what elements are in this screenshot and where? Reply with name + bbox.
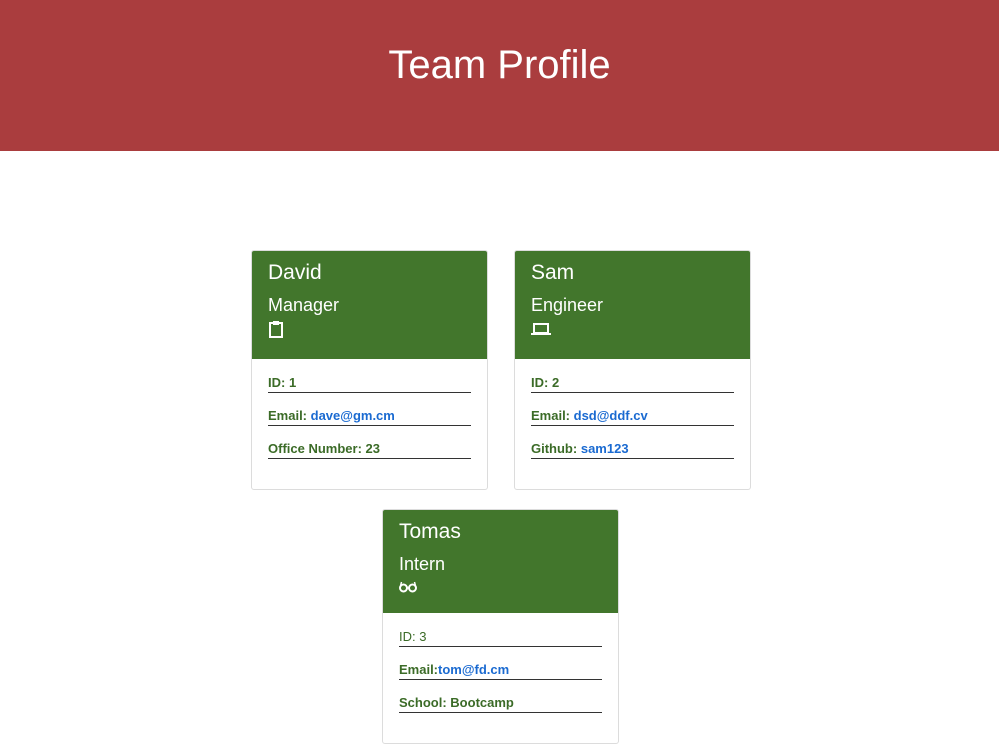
employee-name: Sam — [531, 261, 575, 284]
employee-role: Manager — [268, 295, 340, 315]
id-value: 3 — [419, 629, 427, 644]
email-label: Email: — [268, 408, 308, 423]
page-header: Team Profile — [0, 0, 999, 151]
email-label: Email: — [399, 662, 439, 677]
engineer-card: Sam Engineer ID: 2 Email: dsd@ddf.cv Git… — [514, 250, 751, 490]
card-body: ID: 1 Email: dave@gm.cm Office Number: 2… — [252, 359, 487, 459]
card-header: Tomas Intern — [383, 510, 618, 613]
email-link[interactable]: dsd@ddf.cv — [574, 408, 648, 423]
employee-name: David — [268, 261, 322, 284]
email-row: Email: dsd@ddf.cv — [531, 408, 734, 426]
employee-role: Intern — [399, 554, 446, 574]
manager-card: David Manager ID: 1 Email: dave@gm.cm Of… — [251, 250, 488, 490]
github-link[interactable]: sam123 — [581, 441, 629, 456]
id-row: ID: 1 — [268, 375, 471, 393]
github-row: Github: sam123 — [531, 441, 734, 459]
intern-card: Tomas Intern ID: 3 Email:tom@fd.cm Schoo… — [382, 509, 619, 744]
card-header: Sam Engineer — [515, 251, 750, 359]
id-label: ID: — [531, 375, 549, 390]
laptop-icon — [531, 320, 734, 340]
clipboard-icon — [268, 320, 471, 340]
school-label: School: — [399, 695, 447, 710]
page-title: Team Profile — [388, 43, 611, 87]
id-value: 1 — [288, 375, 297, 390]
card-body: ID: 3 Email:tom@fd.cm School: Bootcamp — [383, 613, 618, 713]
school-value: Bootcamp — [450, 695, 514, 710]
email-label: Email: — [531, 408, 571, 423]
email-row: Email: dave@gm.cm — [268, 408, 471, 426]
office-number-label: Office Number: — [268, 441, 362, 456]
card-body: ID: 2 Email: dsd@ddf.cv Github: sam123 — [515, 359, 750, 459]
office-number-row: Office Number: 23 — [268, 441, 471, 459]
id-value: 2 — [551, 375, 560, 390]
email-link[interactable]: dave@gm.cm — [311, 408, 395, 423]
github-label: Github: — [531, 441, 578, 456]
id-label: ID: — [399, 629, 416, 644]
employee-role: Engineer — [531, 295, 604, 315]
id-label: ID: — [268, 375, 286, 390]
email-link[interactable]: tom@fd.cm — [438, 662, 509, 677]
id-row: ID: 3 — [399, 629, 602, 647]
card-header: David Manager — [252, 251, 487, 359]
employee-name: Tomas — [399, 520, 461, 543]
school-row: School: Bootcamp — [399, 695, 602, 713]
office-number-value: 23 — [365, 441, 380, 456]
id-row: ID: 2 — [531, 375, 734, 393]
email-row: Email:tom@fd.cm — [399, 662, 602, 680]
glasses-icon — [399, 579, 602, 599]
